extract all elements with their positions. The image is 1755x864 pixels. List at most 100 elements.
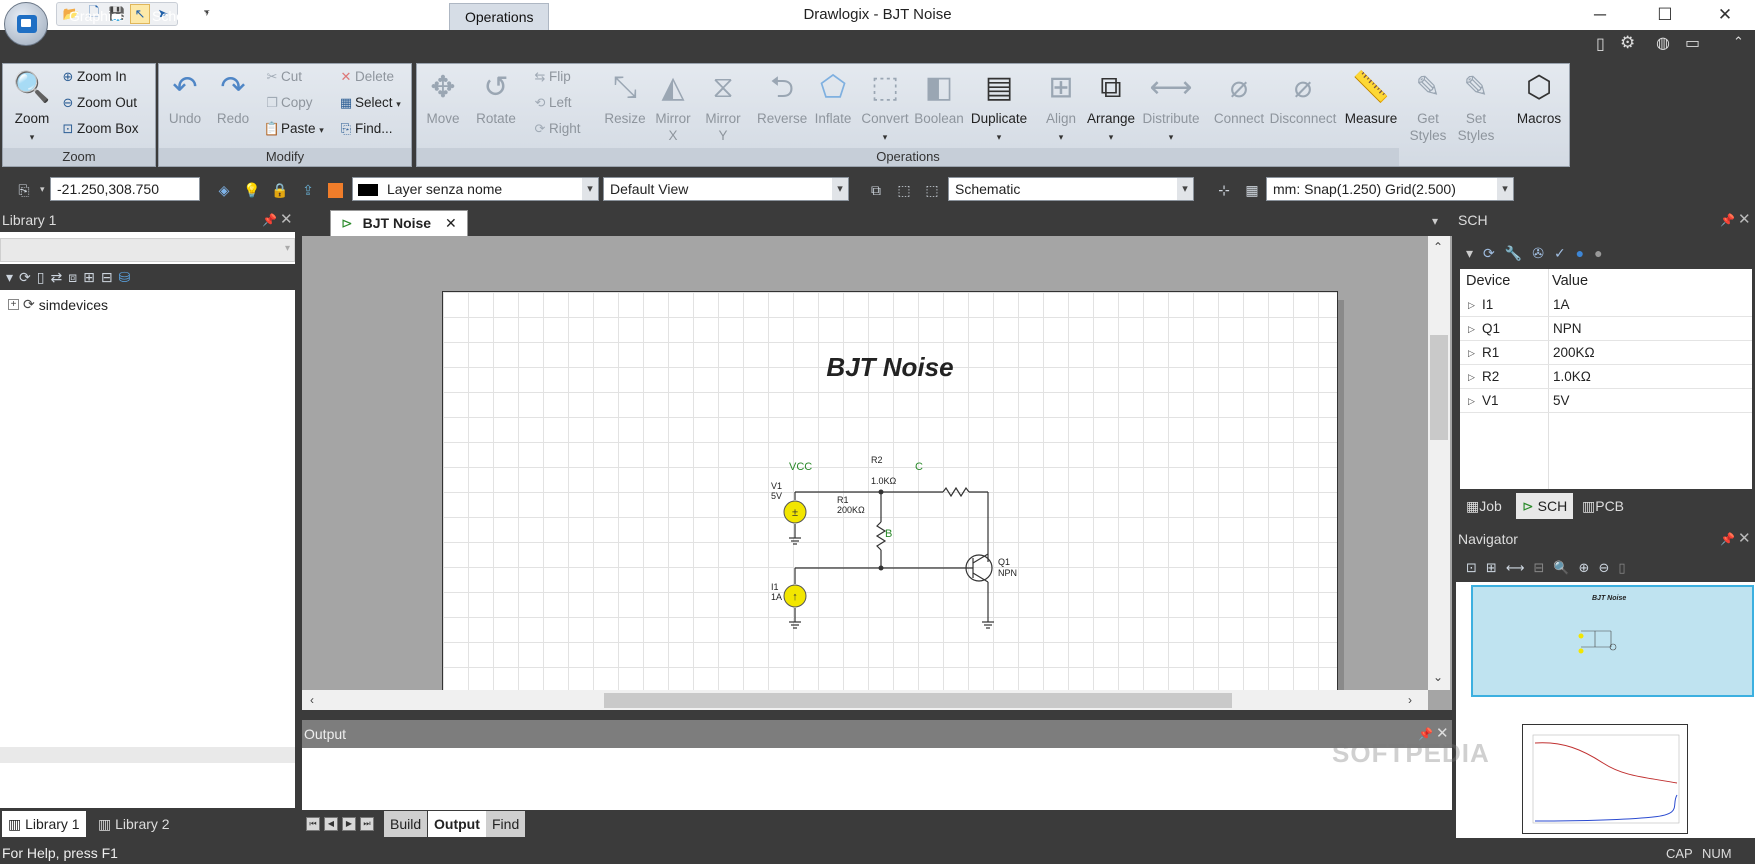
last-page-icon[interactable]: ⏭: [360, 817, 374, 831]
library-refresh-icon[interactable]: ⟳: [19, 269, 31, 286]
minimize-button[interactable]: ─: [1572, 0, 1628, 30]
undo-button[interactable]: ↶ Undo: [163, 68, 207, 127]
first-page-icon[interactable]: ⏮: [306, 817, 320, 831]
tree-item-simdevices[interactable]: + ⟳ simdevices: [8, 296, 108, 313]
mirror-x-button[interactable]: ◭ Mirror X: [651, 68, 695, 144]
tab-output[interactable]: Output: [428, 811, 486, 837]
scroll-right-icon[interactable]: ›: [1408, 693, 1412, 707]
library-link-icon[interactable]: ⇄: [50, 269, 62, 286]
globe-icon[interactable]: ◍: [1656, 33, 1670, 53]
snap-icon[interactable]: ⊹: [1214, 179, 1234, 201]
value-cell[interactable]: 200KΩ: [1553, 341, 1595, 365]
expand-arrow-icon[interactable]: ▷: [1468, 341, 1475, 365]
scroll-left-icon[interactable]: ‹: [310, 693, 314, 707]
zoom-button[interactable]: 🔍 Zoom ▾: [7, 68, 57, 146]
zoom-fit-icon[interactable]: ⊡: [1466, 560, 1477, 576]
pin-icon[interactable]: 📌: [1720, 208, 1735, 232]
measure-button[interactable]: 📏 Measure: [1343, 68, 1399, 127]
close-button[interactable]: ✕: [1697, 0, 1753, 30]
cut-button[interactable]: ✂ Cut: [263, 66, 302, 88]
inflate-button[interactable]: ⬠ Inflate: [811, 68, 855, 127]
tab-operations[interactable]: Operations: [449, 3, 550, 30]
scroll-down-icon[interactable]: ⌄: [1433, 670, 1443, 684]
arrange-button[interactable]: ⧉ Arrange ▾: [1083, 68, 1139, 146]
close-tab-icon[interactable]: ✕: [445, 215, 457, 231]
vertical-scrollbar[interactable]: ⌃ ⌄: [1428, 236, 1450, 690]
align-button[interactable]: ⊞ Align ▾: [1041, 68, 1081, 146]
sheet-prev-icon[interactable]: ⬚: [894, 179, 914, 201]
close-panel-icon[interactable]: ✕: [1738, 527, 1751, 551]
tab-find[interactable]: Find: [486, 811, 526, 837]
scroll-up-icon[interactable]: ⌃: [1433, 240, 1443, 254]
select-button[interactable]: ▦ Select ▾: [337, 92, 401, 114]
set-styles-button[interactable]: ✎ Set Styles: [1455, 68, 1497, 144]
sch-refresh-icon[interactable]: ⟳: [1483, 245, 1495, 262]
zoom-width-icon[interactable]: ⟷: [1506, 560, 1525, 576]
expand-arrow-icon[interactable]: ▷: [1468, 317, 1475, 341]
table-row[interactable]: ▷ V1 5V: [1460, 389, 1752, 413]
document-tab-bjt-noise[interactable]: ⊳ BJT Noise ✕: [330, 210, 468, 236]
expand-arrow-icon[interactable]: ▷: [1468, 389, 1475, 413]
reverse-button[interactable]: ⮌ Reverse: [757, 68, 807, 127]
layer-select[interactable]: Layer senza nome: [352, 177, 599, 201]
next-page-icon[interactable]: ▶: [342, 817, 356, 831]
library-grid-icon[interactable]: ⊞: [83, 269, 95, 286]
value-cell[interactable]: 1A: [1553, 293, 1570, 317]
vertical-scroll-thumb[interactable]: [1430, 335, 1448, 440]
expand-icon[interactable]: +: [8, 299, 19, 310]
tab-sch[interactable]: ⊳ SCH: [1516, 493, 1574, 519]
maximize-button[interactable]: ☐: [1637, 0, 1693, 30]
coordinates-field[interactable]: -21.250,308.750: [50, 177, 200, 201]
tab-library[interactable]: Library: [375, 3, 448, 30]
mode-select[interactable]: Schematic: [948, 177, 1194, 201]
zoom-out-nav-icon[interactable]: ⊖: [1598, 560, 1609, 576]
find-button[interactable]: ⎘ Find...: [337, 118, 393, 140]
duplicate-button[interactable]: ▤ Duplicate ▾: [967, 68, 1031, 146]
zoom-selection-icon[interactable]: ⊟: [1533, 560, 1544, 576]
value-cell[interactable]: 1.0KΩ: [1553, 365, 1591, 389]
table-row[interactable]: ▷ Q1 NPN: [1460, 317, 1752, 341]
wrench-icon[interactable]: 🔧: [1505, 245, 1522, 262]
zoom-in-button[interactable]: ⊕ Zoom In: [59, 66, 127, 88]
tab-pcb[interactable]: PCB: [320, 3, 379, 30]
rotate-right-button[interactable]: ⟳ Right: [531, 118, 581, 140]
expand-arrow-icon[interactable]: ▷: [1468, 293, 1475, 317]
boolean-button[interactable]: ◧ Boolean: [913, 68, 965, 127]
output-log[interactable]: [302, 748, 1452, 810]
view-select[interactable]: Default View: [603, 177, 849, 201]
horizontal-scroll-thumb[interactable]: [604, 693, 1232, 708]
close-panel-icon[interactable]: ✕: [1738, 208, 1751, 232]
table-row[interactable]: ▷ R1 200KΩ: [1460, 341, 1752, 365]
paste-special-icon[interactable]: ⎘: [14, 179, 34, 201]
connect-button[interactable]: ⌀ Connect: [1211, 68, 1267, 127]
wrench-alt-icon[interactable]: ✇: [1532, 245, 1544, 262]
tab-library-1[interactable]: ▥ Library 1: [2, 811, 86, 837]
sheet-icon[interactable]: ⧉: [866, 179, 886, 201]
sch-menu-icon[interactable]: ▾: [1466, 245, 1473, 262]
delete-button[interactable]: ✕ Delete: [337, 66, 394, 88]
value-cell[interactable]: NPN: [1553, 317, 1582, 341]
prev-page-icon[interactable]: ◀: [324, 817, 338, 831]
table-row[interactable]: ▷ I1 1A: [1460, 293, 1752, 317]
window-layout-icon[interactable]: ▭: [1685, 33, 1700, 53]
zoom-out-button[interactable]: ⊖ Zoom Out: [59, 92, 137, 114]
library-new-icon[interactable]: ▯: [37, 269, 45, 286]
grid-icon[interactable]: ▦: [1242, 179, 1262, 201]
flip-button[interactable]: ⇆ Flip: [531, 66, 571, 88]
get-styles-button[interactable]: ✎ Get Styles: [1407, 68, 1449, 144]
layer-color-swatch[interactable]: [328, 183, 343, 198]
layers-icon[interactable]: ◈: [214, 179, 234, 201]
zoom-box-button[interactable]: ⊡ Zoom Box: [59, 118, 139, 140]
pin-icon[interactable]: 📌: [262, 208, 277, 232]
mirror-y-button[interactable]: ⧖ Mirror Y: [701, 68, 745, 144]
table-row[interactable]: ▷ R2 1.0KΩ: [1460, 365, 1752, 389]
snap-grid-select[interactable]: mm: Snap(1.250) Grid(2.500): [1266, 177, 1514, 201]
gear-icon[interactable]: ⚙: [1620, 33, 1635, 53]
wrench-check-icon[interactable]: ✓: [1554, 245, 1566, 262]
navigator-plot-thumbnail[interactable]: [1522, 724, 1688, 834]
close-panel-icon[interactable]: ✕: [280, 208, 293, 232]
expand-arrow-icon[interactable]: ▷: [1468, 365, 1475, 389]
copy-button[interactable]: ❐ Copy: [263, 92, 312, 114]
convert-button[interactable]: ⬚ Convert ▾: [859, 68, 911, 146]
zoom-in-nav-icon[interactable]: ⊕: [1579, 560, 1590, 576]
